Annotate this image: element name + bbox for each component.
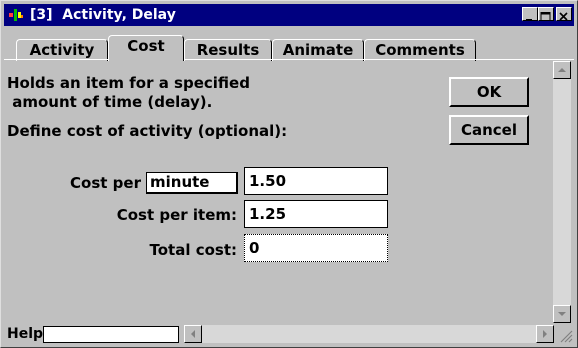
scroll-right-button[interactable] [536,325,554,343]
tab-results[interactable]: Results [184,39,272,61]
app-icon [8,7,24,23]
horizontal-scrollbar[interactable] [184,325,554,343]
maximize-button[interactable] [538,7,554,21]
scroll-up-button[interactable] [553,61,571,79]
cost-per-time-field[interactable]: 1.50 [244,167,388,195]
description-line-1: Holds an item for a specified [7,74,250,92]
tab-divider [4,59,574,60]
total-cost-label: Total cost: [149,241,238,259]
title-bar[interactable]: [3] Activity, Delay [4,4,574,26]
maximize-icon [540,12,551,21]
arrow-up-icon [558,68,566,72]
dialog-window: [3] Activity, Delay Activity Cost Result… [0,0,578,348]
define-cost-label: Define cost of activity (optional): [7,122,288,140]
description-line-2: amount of time (delay). [7,93,213,111]
ok-button[interactable]: OK [449,77,529,107]
scroll-down-button[interactable] [553,305,571,323]
close-button[interactable] [556,7,572,21]
tab-cost[interactable]: Cost [108,35,184,61]
help-label: Help [7,326,44,342]
status-bar: Help [4,325,574,345]
arrow-down-icon [558,312,566,316]
time-unit-selector[interactable]: minute [146,172,238,194]
tab-activity[interactable]: Activity [16,39,108,61]
minimize-icon [526,19,532,21]
total-cost-field: 0 [244,234,388,262]
cancel-button[interactable]: Cancel [449,115,529,145]
resize-grip-icon[interactable] [557,327,573,343]
cost-per-label: Cost per [70,174,141,192]
cost-per-item-label: Cost per item: [116,206,237,224]
window-title: [3] Activity, Delay [30,7,176,23]
close-icon [559,12,568,21]
cost-per-item-field[interactable]: 1.25 [244,200,388,228]
minimize-button[interactable] [522,7,538,21]
arrow-left-icon [191,330,195,338]
arrow-right-icon [543,330,547,338]
tab-strip: Activity Cost Results Animate Comments [4,29,574,61]
help-field[interactable] [43,326,179,343]
tab-comments[interactable]: Comments [364,39,476,61]
vertical-scrollbar[interactable] [553,61,571,323]
scroll-left-button[interactable] [184,325,202,343]
tab-animate[interactable]: Animate [272,39,364,61]
